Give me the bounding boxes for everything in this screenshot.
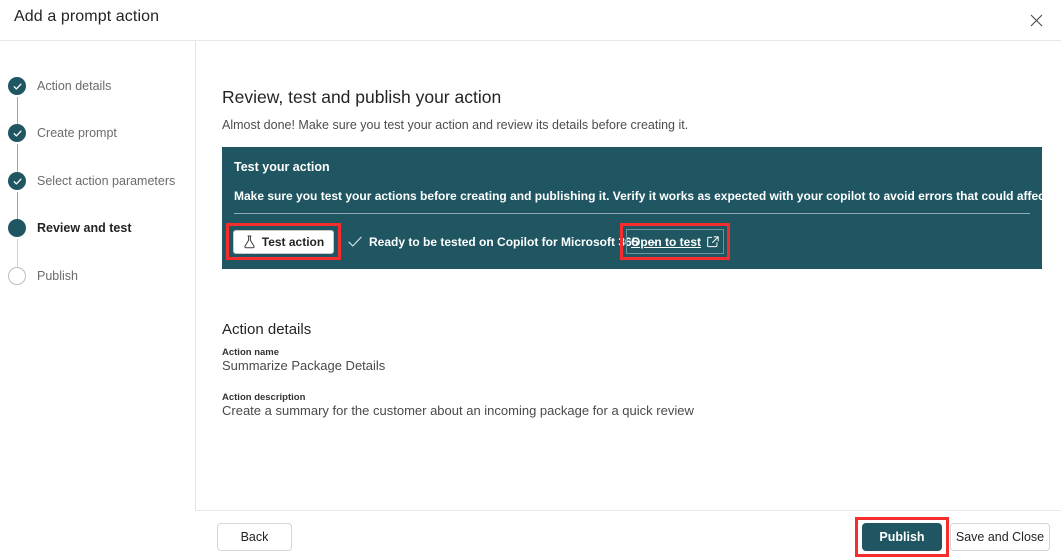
wizard-stepper: Action details Create prompt Select acti… [0, 41, 195, 510]
close-icon [1030, 14, 1043, 27]
step-connector-1 [17, 97, 18, 125]
step-current-icon [8, 219, 26, 237]
dialog-title: Add a prompt action [14, 8, 159, 26]
flask-icon [243, 235, 256, 249]
action-details-heading: Action details [222, 321, 311, 338]
step-connector-4 [17, 239, 18, 267]
main-content: Review, test and publish your action Alm… [196, 41, 1061, 510]
dialog-header: Add a prompt action [0, 0, 1061, 40]
sidebar-item-select-action-parameters[interactable]: Select action parameters [8, 171, 175, 191]
sidebar-item-review-and-test[interactable]: Review and test [8, 218, 131, 238]
banner-description: Make sure you test your actions before c… [234, 189, 1061, 203]
step-check-icon [8, 172, 26, 190]
banner-title: Test your action [234, 160, 330, 174]
step-check-icon [8, 124, 26, 142]
step-check-icon [8, 77, 26, 95]
sidebar-item-label: Action details [37, 79, 111, 93]
test-action-button-label: Test action [262, 235, 324, 249]
action-description-value: Create a summary for the customer about … [222, 403, 694, 418]
step-connector-2 [17, 144, 18, 172]
open-to-test-label: Open to test [631, 235, 701, 249]
test-status-row: Ready to be tested on Copilot for Micros… [348, 231, 657, 253]
step-pending-icon [8, 267, 26, 285]
action-name-label: Action name [222, 347, 279, 358]
sidebar-item-label: Review and test [37, 221, 131, 235]
external-link-icon [707, 236, 719, 248]
sidebar-item-action-details[interactable]: Action details [8, 76, 111, 96]
banner-divider [234, 213, 1030, 214]
checkmark-icon [348, 236, 362, 248]
test-action-button[interactable]: Test action [233, 230, 334, 254]
dialog-footer: Back Publish Save and Close [196, 511, 1061, 556]
sidebar-item-label: Select action parameters [37, 174, 175, 188]
back-button[interactable]: Back [217, 523, 292, 551]
page-title: Review, test and publish your action [222, 87, 501, 108]
sidebar-item-label: Publish [37, 269, 78, 283]
test-your-action-banner: Test your action Make sure you test your… [222, 147, 1042, 269]
publish-button[interactable]: Publish [862, 523, 942, 551]
action-description-label: Action description [222, 392, 305, 403]
sidebar-item-publish[interactable]: Publish [8, 266, 78, 286]
step-connector-3 [17, 192, 18, 220]
sidebar-item-create-prompt[interactable]: Create prompt [8, 123, 117, 143]
page-subtitle: Almost done! Make sure you test your act… [222, 118, 688, 132]
sidebar-item-label: Create prompt [37, 126, 117, 140]
save-and-close-button[interactable]: Save and Close [950, 523, 1050, 551]
action-name-value: Summarize Package Details [222, 358, 385, 373]
test-status-text: Ready to be tested on Copilot for Micros… [369, 235, 638, 249]
close-dialog-button[interactable] [1021, 5, 1051, 35]
open-to-test-link[interactable]: Open to test [626, 229, 724, 254]
